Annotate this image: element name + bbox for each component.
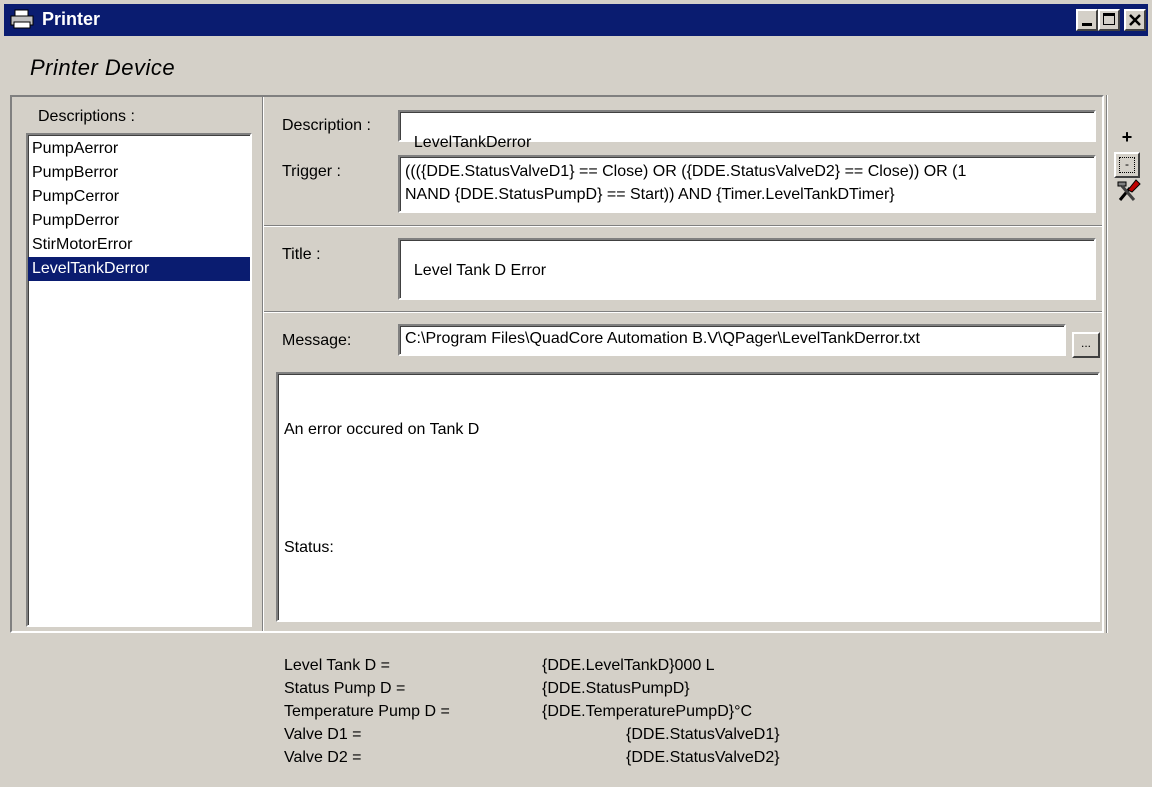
description-value: LevelTankDerror (413, 134, 532, 151)
title-value: Level Tank D Error (413, 262, 547, 279)
printer-icon (10, 9, 34, 29)
description-label: Description : (282, 117, 371, 134)
remove-label: - (1119, 157, 1135, 173)
title-label: Title : (282, 246, 321, 263)
status-row-name: Status Pump D = (284, 680, 406, 697)
section-heading: Printer Device (30, 55, 176, 80)
close-button[interactable] (1124, 9, 1146, 31)
message-body-textarea[interactable]: An error occured on Tank D Status: Level… (276, 372, 1100, 766)
list-item[interactable]: PumpCerror (28, 185, 250, 209)
toolbar-divider (1106, 95, 1108, 633)
panel-divider (262, 97, 264, 631)
title-input[interactable]: Level Tank D Error (398, 238, 1096, 300)
tools-icon[interactable] (1114, 176, 1142, 204)
list-item[interactable]: StirMotorError (28, 233, 250, 257)
message-status-row: Valve D1 = {DDE.StatusValveD1} (284, 723, 1092, 746)
status-row-name: Level Tank D = (284, 657, 390, 674)
list-item[interactable]: PumpBerror (28, 161, 250, 185)
message-rows: Level Tank D = {DDE.LevelTankD}000 L Statu… (284, 654, 1092, 769)
trigger-input[interactable]: ((({DDE.StatusValveD1} == Close) OR ({DD… (398, 155, 1096, 213)
message-path-value: C:\Program Files\QuadCore Automation B.V… (405, 330, 920, 347)
message-label: Message: (282, 332, 352, 349)
status-row-value: {DDE.StatusPumpD} (542, 680, 690, 697)
maximize-icon (1103, 13, 1115, 25)
add-label: + (1121, 127, 1133, 147)
browse-button[interactable]: ... (1072, 332, 1100, 358)
remove-button[interactable]: - (1114, 152, 1140, 178)
title-bar[interactable]: Printer (4, 4, 1148, 36)
separator-line (264, 225, 1102, 227)
trigger-line-2: NAND {DDE.StatusPumpD} == Start)) AND {T… (405, 186, 895, 203)
maximize-button[interactable] (1098, 9, 1120, 31)
descriptions-label: Descriptions : (38, 108, 135, 125)
minimize-button[interactable] (1076, 9, 1098, 31)
message-path-input[interactable]: C:\Program Files\QuadCore Automation B.V… (398, 324, 1066, 356)
status-row-name: Valve D1 = (284, 726, 362, 743)
status-row-value: {DDE.TemperaturePumpD}°C (542, 703, 753, 720)
message-status-row: Valve D2 = {DDE.StatusValveD2} (284, 746, 1092, 769)
status-row-value: {DDE.LevelTankD}000 L (542, 657, 715, 674)
add-button[interactable]: + (1114, 126, 1140, 150)
separator-line (264, 311, 1102, 313)
status-row-value: {DDE.StatusValveD2} (626, 749, 780, 766)
trigger-label: Trigger : (282, 163, 341, 180)
message-status-row: Level Tank D = {DDE.LevelTankD}000 L (284, 654, 1092, 677)
list-item[interactable]: PumpDerror (28, 209, 250, 233)
status-row-name: Valve D2 = (284, 749, 362, 766)
status-row-value: {DDE.StatusValveD1} (626, 726, 780, 743)
minimize-icon (1082, 23, 1092, 26)
description-input[interactable]: LevelTankDerror (398, 110, 1096, 151)
window-title: Printer (42, 9, 101, 29)
close-icon (1129, 14, 1141, 26)
descriptions-list[interactable]: PumpAerror PumpBerror PumpCerror PumpDerror… (26, 133, 252, 627)
list-item[interactable]: PumpAerror (28, 137, 250, 161)
trigger-line-1: ((({DDE.StatusValveD1} == Close) OR ({DD… (405, 163, 967, 180)
message-status-row: Temperature Pump D = {DDE.TemperaturePump… (284, 700, 1092, 723)
message-status-row: Status Pump D = {DDE.StatusPumpD} (284, 677, 1092, 700)
message-line-1: An error occured on Tank D (284, 421, 480, 438)
list-item[interactable]: LevelTankDerror (28, 257, 250, 281)
message-line-2: Status: (284, 539, 334, 556)
status-row-name: Temperature Pump D = (284, 703, 450, 720)
